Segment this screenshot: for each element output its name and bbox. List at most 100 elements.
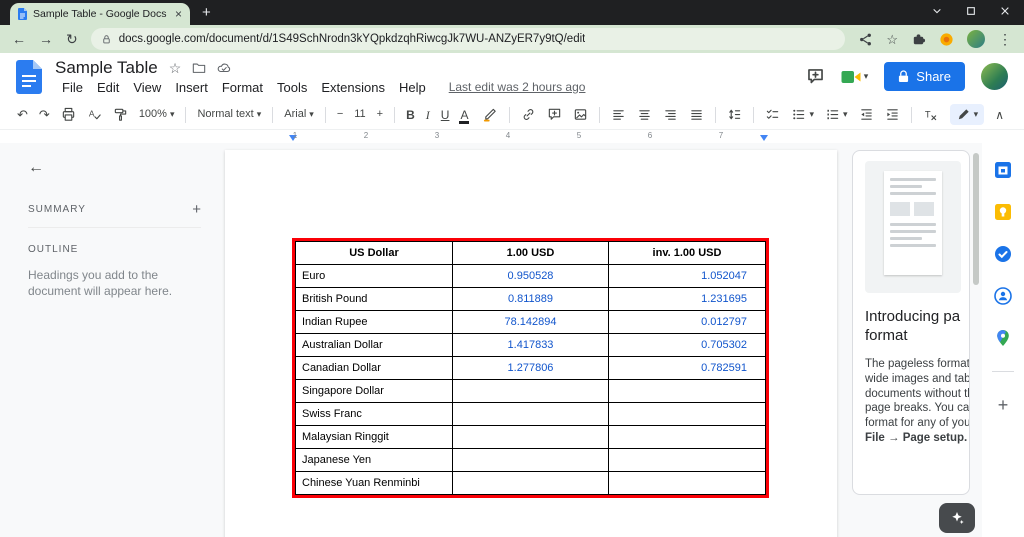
contacts-icon[interactable]: [994, 287, 1012, 305]
increase-font-size-button[interactable]: +: [374, 107, 386, 122]
cell-usd[interactable]: 0.950528: [452, 264, 609, 288]
cell-usd[interactable]: 1.277806: [452, 356, 609, 380]
cell-inv[interactable]: 0.705302: [608, 333, 766, 357]
align-right-icon[interactable]: [660, 105, 681, 124]
cell-inv[interactable]: 1.231695: [608, 287, 766, 311]
ruler[interactable]: 1 2 3 4 5 6 7: [0, 130, 1024, 143]
paint-format-icon[interactable]: [110, 105, 131, 124]
cell-currency[interactable]: Japanese Yen: [295, 448, 453, 472]
cell-inv[interactable]: [608, 402, 766, 426]
share-button[interactable]: Share: [884, 62, 965, 91]
extensions-puzzle-icon[interactable]: [911, 32, 926, 47]
cell-currency[interactable]: Swiss Franc: [295, 402, 453, 426]
share-page-icon[interactable]: [858, 32, 873, 47]
calendar-icon[interactable]: [994, 161, 1012, 179]
open-comments-icon[interactable]: [806, 67, 825, 86]
cell-inv[interactable]: [608, 471, 766, 495]
cell-usd[interactable]: 0.811889: [452, 287, 609, 311]
browser-profile-avatar[interactable]: [967, 30, 985, 48]
italic-button[interactable]: I: [423, 107, 433, 123]
decrease-indent-icon[interactable]: [856, 105, 877, 124]
move-folder-icon[interactable]: [192, 61, 206, 75]
back-icon[interactable]: ←: [12, 32, 26, 46]
undo-icon[interactable]: ↶: [14, 106, 31, 123]
docs-logo[interactable]: [16, 59, 42, 94]
highlight-color-icon[interactable]: [480, 105, 501, 124]
line-spacing-icon[interactable]: [724, 105, 745, 124]
bullet-list-icon[interactable]: ▾: [788, 105, 817, 124]
menu-item-view[interactable]: View: [126, 79, 168, 96]
browser-menu-icon[interactable]: ⋮: [998, 32, 1012, 46]
maximize-icon[interactable]: [966, 6, 976, 16]
document-page[interactable]: US Dollar 1.00 USD inv. 1.00 USD Euro 0.950…: [225, 150, 837, 537]
bold-button[interactable]: B: [403, 107, 418, 123]
cell-inv[interactable]: 0.782591: [608, 356, 766, 380]
bookmark-star-icon[interactable]: ☆: [886, 33, 898, 46]
doc-table[interactable]: US Dollar 1.00 USD inv. 1.00 USD Euro 0.950…: [292, 238, 769, 498]
right-indent-marker[interactable]: [760, 135, 768, 141]
cell-currency[interactable]: Australian Dollar: [295, 333, 453, 357]
cell-currency[interactable]: Malaysian Ringgit: [295, 425, 453, 449]
redo-icon[interactable]: ↷: [36, 106, 53, 123]
add-summary-icon[interactable]: +: [192, 201, 201, 218]
cell-inv[interactable]: 0.012797: [608, 310, 766, 334]
new-tab-button[interactable]: +: [202, 5, 211, 20]
numbered-list-icon[interactable]: ▾: [822, 105, 851, 124]
decrease-font-size-button[interactable]: −: [334, 107, 346, 122]
keep-icon[interactable]: [994, 203, 1012, 221]
paragraph-style-select[interactable]: Normal text ▾: [194, 107, 264, 122]
star-document-icon[interactable]: ☆: [169, 61, 182, 75]
editing-mode-button[interactable]: ▾: [949, 104, 985, 125]
col-header-2[interactable]: inv. 1.00 USD: [608, 241, 766, 265]
join-call-icon[interactable]: ▾: [841, 70, 868, 84]
menu-item-tools[interactable]: Tools: [270, 79, 314, 96]
address-bar[interactable]: docs.google.com/document/d/1S49SchNrodn3…: [90, 28, 846, 50]
menu-item-edit[interactable]: Edit: [90, 79, 126, 96]
menu-item-help[interactable]: Help: [392, 79, 433, 96]
menu-item-format[interactable]: Format: [215, 79, 270, 96]
underline-button[interactable]: U: [438, 107, 453, 123]
cloud-status-icon[interactable]: [217, 61, 231, 75]
learn-more-link[interactable]: Le: [967, 432, 969, 444]
forward-icon[interactable]: →: [39, 32, 53, 46]
cell-inv[interactable]: 1.052047: [608, 264, 766, 288]
browser-tab[interactable]: Sample Table - Google Docs ×: [10, 3, 190, 25]
cell-inv[interactable]: [608, 425, 766, 449]
document-title[interactable]: Sample Table: [55, 58, 158, 78]
hide-menus-icon[interactable]: ∧: [989, 108, 1010, 122]
col-header-1[interactable]: 1.00 USD: [452, 241, 609, 265]
insert-link-icon[interactable]: [518, 105, 539, 124]
cell-usd[interactable]: 78.142894: [452, 310, 609, 334]
account-avatar[interactable]: [981, 63, 1008, 90]
maps-icon[interactable]: [994, 329, 1012, 347]
cell-usd[interactable]: [452, 425, 609, 449]
print-icon[interactable]: [58, 105, 79, 124]
tasks-icon[interactable]: [994, 245, 1012, 263]
get-addons-icon[interactable]: +: [998, 396, 1009, 414]
explore-button[interactable]: [939, 503, 975, 533]
cell-usd[interactable]: [452, 402, 609, 426]
menu-item-insert[interactable]: Insert: [168, 79, 215, 96]
menu-item-extensions[interactable]: Extensions: [314, 79, 392, 96]
font-size-value[interactable]: 11: [351, 107, 368, 122]
vertical-scrollbar[interactable]: [973, 153, 979, 285]
site-info-lock-icon[interactable]: [101, 34, 112, 45]
add-comment-icon[interactable]: [544, 105, 565, 124]
cell-usd[interactable]: 1.417833: [452, 333, 609, 357]
minimize-icon[interactable]: [932, 6, 942, 16]
cell-inv[interactable]: [608, 448, 766, 472]
text-color-button[interactable]: A: [457, 107, 471, 124]
cell-usd[interactable]: [452, 379, 609, 403]
close-window-icon[interactable]: [1000, 6, 1010, 16]
insert-image-icon[interactable]: [570, 105, 591, 124]
extension-colored-icon[interactable]: [939, 32, 954, 47]
checklist-icon[interactable]: [762, 105, 783, 124]
cell-usd[interactable]: [452, 471, 609, 495]
cell-currency[interactable]: Euro: [295, 264, 453, 288]
cell-usd[interactable]: [452, 448, 609, 472]
zoom-select[interactable]: 100% ▾: [136, 107, 178, 122]
tab-close-icon[interactable]: ×: [175, 8, 182, 20]
last-edit-link[interactable]: Last edit was 2 hours ago: [449, 80, 586, 94]
increase-indent-icon[interactable]: [882, 105, 903, 124]
align-justify-icon[interactable]: [686, 105, 707, 124]
